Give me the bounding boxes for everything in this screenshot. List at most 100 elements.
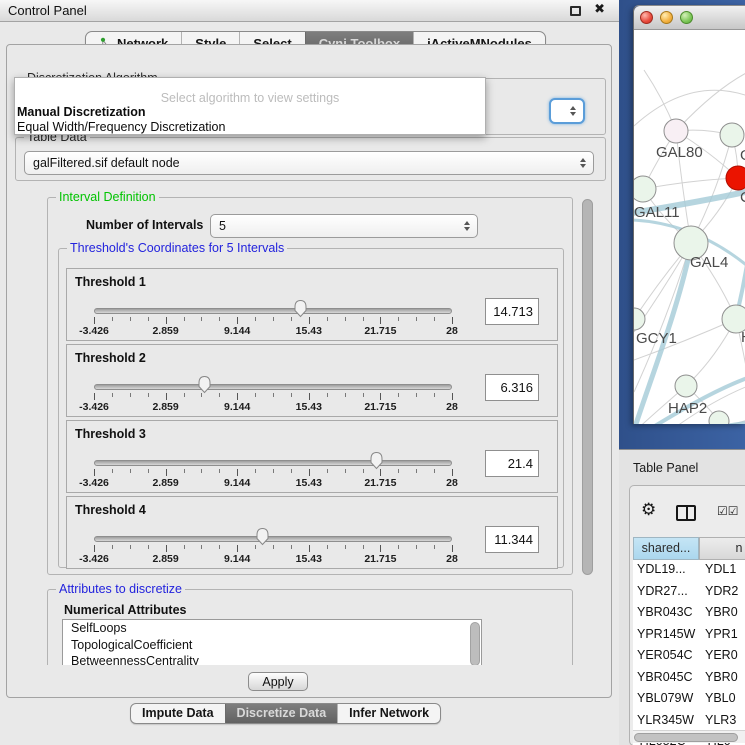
threshold-value-field[interactable] [485,526,539,553]
cell-shared-name: YLR345W [637,713,694,727]
cell-shared-name: YBL079W [637,691,693,705]
threshold-slider-thumb[interactable] [255,527,270,546]
combo-stepper-icon [580,158,586,168]
screen: Control Panel ✖ NetworkStyleSelectCyni T… [0,0,745,745]
slider-tick-labels: -3.4262.8599.14415.4321.71528 [67,477,557,489]
control-panel-window: Control Panel ✖ NetworkStyleSelectCyni T… [0,0,620,745]
cell-name: YBR0 [705,670,738,684]
threshold-panel: Threshold 4 -3.4262.8599.14415.4321.7152… [66,496,558,569]
threshold-value-field[interactable] [485,374,539,401]
table-data-combo[interactable]: galFiltered.sif default node [24,151,594,175]
close-icon[interactable]: ✖ [594,2,605,17]
threshold-label: Threshold 1 [75,275,146,289]
bottom-tab-discretize-data[interactable]: Discretize Data [225,704,338,723]
network-node-hap2[interactable] [675,375,697,397]
node-label: H [741,329,745,346]
network-node-c[interactable] [726,166,745,190]
minimize-traffic-light-icon[interactable] [660,11,673,24]
control-panel-titlebar: Control Panel ✖ [0,0,619,22]
thresholds-group-title: Threshold's Coordinates for 5 Intervals [67,241,287,255]
split-column-icon[interactable] [676,505,696,521]
threshold-slider-track[interactable] [94,536,452,542]
node-label: C [740,189,745,206]
cell-name: YBL0 [705,691,736,705]
network-node-gal80[interactable] [664,119,688,143]
cell-name: YLR3 [705,713,736,727]
bottom-tab-impute-data[interactable]: Impute Data [131,704,225,723]
table-row[interactable]: YPR145WYPR1 [633,625,745,647]
popup-option-manual-discretization[interactable]: Manual Discretization [17,105,146,119]
attribute-item[interactable]: BetweennessCentrality [63,653,481,665]
network-node-g[interactable] [720,123,744,147]
attribute-item[interactable]: TopologicalCoefficient [63,637,481,654]
threshold-slider-track[interactable] [94,308,452,314]
network-edge [634,90,745,126]
attribute-items: SelfLoopsTopologicalCoefficientBetweenne… [63,620,481,665]
table-row[interactable]: YBR045C YBR0 [633,668,745,690]
network-edge-highlighted [737,246,745,314]
algorithm-combo[interactable] [549,98,585,124]
table-row[interactable]: YBL079W YBL0 [633,689,745,711]
table-row[interactable]: YDL19... YDL1 [633,560,745,582]
zoom-traffic-light-icon[interactable] [680,11,693,24]
numerical-attributes-label: Numerical Attributes [64,603,186,617]
cell-name: YPR1 [705,627,738,641]
popup-hint: Select algorithm to view settings [15,91,485,105]
slider-ticks [67,317,557,325]
close-traffic-light-icon[interactable] [640,11,653,24]
node-label: GAL4 [690,254,728,271]
threshold-value-field[interactable] [485,450,539,477]
network-node-gal11[interactable] [634,176,656,202]
table-row[interactable]: YBR043CYBR0 [633,603,745,625]
network-canvas[interactable]: GAL80GCGAL11GAL4GCY1HHAP2 [634,30,745,424]
popup-option-equal-width-frequency[interactable]: Equal Width/Frequency Discretization [17,120,225,134]
threshold-slider-thumb[interactable] [197,375,212,394]
bottom-tab-infer-network[interactable]: Infer Network [337,704,440,723]
column-header-name[interactable]: n [699,537,745,560]
scrollbar-thumb[interactable] [634,733,738,742]
gear-icon[interactable]: ⚙ [641,500,656,520]
table-horizontal-scrollbar[interactable] [633,730,745,743]
cyni-mode-tabs: Impute DataDiscretize DataInfer Network [130,703,441,724]
threshold-slider-track[interactable] [94,460,452,466]
interval-definition-group: Interval Definition Number of Intervals … [47,197,573,575]
num-intervals-value: 5 [219,215,226,237]
network-window-titlebar[interactable] [634,6,745,30]
node-table: shared... n YDL19...YDL1YDR27...YDR2YBR0… [633,537,745,745]
threshold-label: Threshold 4 [75,503,146,517]
node-label: GAL80 [656,144,703,161]
float-window-icon[interactable] [570,6,581,16]
cell-name: YDL1 [705,562,736,576]
node-label: HAP2 [668,400,707,417]
attributes-group-title: Attributes to discretize [56,582,185,596]
threshold-slider-thumb[interactable] [369,451,384,470]
num-intervals-combo[interactable]: 5 [210,214,478,238]
network-graph[interactable]: GAL80GCGAL11GAL4GCY1HHAP2 [634,30,745,424]
table-row[interactable]: YER054CYER0 [633,646,745,668]
checkbox-icons[interactable]: ☑☑ [717,504,739,518]
combo-stepper-icon [464,221,470,231]
numerical-attributes-list[interactable]: SelfLoopsTopologicalCoefficientBetweenne… [62,619,482,665]
cytoscape-desktop: GAL80GCGAL11GAL4GCY1HHAP2 Table Panel ⚙ … [619,0,745,745]
algorithm-dropdown-popup: Select algorithm to view settings Manual… [14,77,486,135]
column-header-shared-name[interactable]: shared... [633,537,699,560]
node-label: G [740,147,745,164]
slider-tick-labels: -3.4262.8599.14415.4321.71528 [67,553,557,565]
threshold-slider-thumb[interactable] [293,299,308,318]
attributes-list-scrollbar[interactable] [470,622,480,665]
cell-shared-name: YBR045C [637,670,693,684]
threshold-value-field[interactable] [485,298,539,325]
settings-scrollbar[interactable] [582,199,593,575]
cell-name: YBR0 [705,605,738,619]
table-row[interactable]: YDR27...YDR2 [633,582,745,604]
network-node-gcy1[interactable] [634,308,645,330]
control-panel-title: Control Panel [8,0,87,21]
thresholds-group: Threshold's Coordinates for 5 Intervals … [58,248,564,568]
cyni-toolbox-panel: Discretization Algorithm Select algorith… [6,44,612,698]
cell-shared-name: YDL19... [637,562,686,576]
apply-button[interactable]: Apply [248,672,308,691]
threshold-slider-track[interactable] [94,384,452,390]
threshold-panel: Threshold 2 -3.4262.8599.14415.4321.7152… [66,344,558,417]
table-row[interactable]: YLR345W YLR3 [633,711,745,733]
attribute-item[interactable]: SelfLoops [63,620,481,637]
